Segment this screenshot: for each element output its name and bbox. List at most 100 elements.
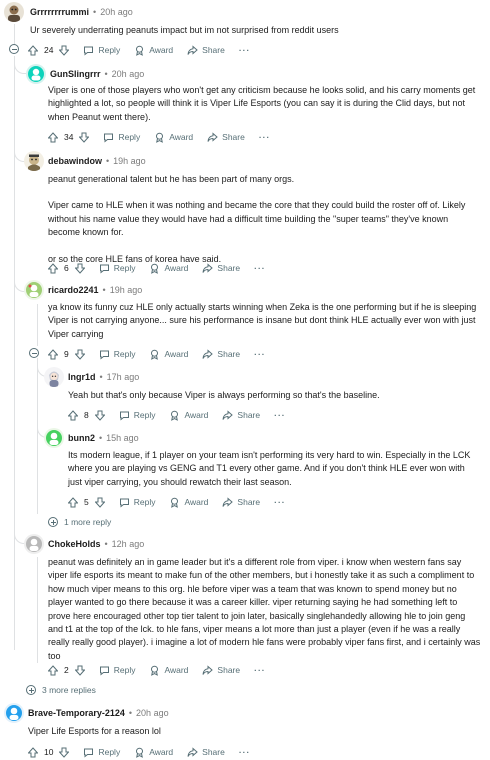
timestamp[interactable]: 20h ago bbox=[136, 708, 169, 718]
award-icon bbox=[136, 747, 144, 758]
upvote-icon[interactable] bbox=[48, 131, 58, 143]
timestamp[interactable]: 19h ago bbox=[113, 156, 146, 166]
more-options-icon[interactable]: ··· bbox=[239, 45, 251, 55]
timestamp[interactable]: 12h ago bbox=[112, 539, 145, 549]
upvote-icon[interactable] bbox=[68, 409, 78, 421]
reply-button[interactable]: Reply bbox=[99, 665, 135, 676]
downvote-icon[interactable] bbox=[74, 263, 85, 274]
award-icon bbox=[151, 349, 159, 360]
avatar[interactable] bbox=[4, 703, 24, 723]
share-icon bbox=[202, 348, 214, 359]
more-options-icon[interactable]: ··· bbox=[274, 410, 286, 420]
avatar[interactable] bbox=[24, 534, 44, 554]
avatar[interactable] bbox=[24, 151, 44, 171]
timestamp[interactable]: 19h ago bbox=[110, 285, 143, 295]
reply-label: Reply bbox=[113, 349, 136, 359]
more-options-icon[interactable]: ··· bbox=[254, 263, 266, 273]
reply-button[interactable]: Reply bbox=[103, 132, 140, 143]
reply-button[interactable]: Reply bbox=[83, 747, 120, 758]
more-options-icon[interactable]: ··· bbox=[274, 497, 286, 507]
award-button[interactable]: Award bbox=[149, 349, 188, 360]
more-replies-button[interactable]: 1 more reply bbox=[48, 514, 111, 530]
reply-icon bbox=[104, 133, 114, 143]
share-button[interactable]: Share bbox=[202, 664, 240, 676]
award-button[interactable]: Award bbox=[169, 410, 208, 421]
username[interactable]: Grrrrrrrrummi bbox=[30, 7, 89, 17]
username[interactable]: Brave-Temporary-2124 bbox=[28, 708, 125, 718]
username[interactable]: GunSlingrrr bbox=[50, 69, 101, 79]
share-button[interactable]: Share bbox=[202, 262, 240, 274]
username[interactable]: debawindow bbox=[48, 156, 102, 166]
comment-body: Viper is one of those players who won't … bbox=[48, 84, 480, 124]
collapse-icon[interactable] bbox=[29, 348, 39, 358]
award-button[interactable]: Award bbox=[154, 132, 193, 143]
downvote-icon[interactable] bbox=[74, 665, 85, 676]
award-label: Award bbox=[149, 747, 174, 757]
comment-text: peanut generational talent but he has be… bbox=[48, 174, 295, 184]
award-icon bbox=[156, 132, 164, 143]
award-button[interactable]: Award bbox=[169, 497, 208, 508]
username[interactable]: ricardo2241 bbox=[48, 285, 99, 295]
share-label: Share bbox=[222, 132, 245, 142]
award-button[interactable]: Award bbox=[134, 747, 173, 758]
avatar[interactable] bbox=[4, 2, 24, 22]
reply-button[interactable]: Reply bbox=[119, 497, 155, 508]
downvote-icon[interactable] bbox=[59, 747, 70, 758]
award-button[interactable]: Award bbox=[149, 263, 188, 274]
reply-button[interactable]: Reply bbox=[119, 410, 155, 421]
avatar[interactable] bbox=[26, 64, 46, 84]
timestamp[interactable]: 20h ago bbox=[112, 69, 145, 79]
downvote-icon[interactable] bbox=[79, 132, 90, 143]
avatar[interactable] bbox=[44, 367, 64, 387]
share-button[interactable]: Share bbox=[187, 746, 225, 758]
vote-control: 34 bbox=[48, 131, 90, 143]
more-options-icon[interactable]: ··· bbox=[259, 132, 271, 142]
award-label: Award bbox=[169, 132, 194, 142]
more-options-icon[interactable]: ··· bbox=[254, 349, 266, 359]
reply-icon bbox=[84, 748, 94, 758]
timestamp[interactable]: 20h ago bbox=[100, 7, 133, 17]
timestamp[interactable]: 17h ago bbox=[107, 372, 140, 382]
downvote-icon[interactable] bbox=[59, 45, 70, 56]
avatar[interactable] bbox=[24, 280, 44, 300]
upvote-icon[interactable] bbox=[28, 44, 38, 56]
share-button[interactable]: Share bbox=[202, 348, 240, 360]
more-options-icon[interactable]: ··· bbox=[254, 665, 266, 675]
separator-dot: • bbox=[93, 7, 97, 17]
reply-button[interactable]: Reply bbox=[83, 45, 120, 56]
username[interactable]: Ingr1d bbox=[68, 372, 96, 382]
reply-button[interactable]: Reply bbox=[99, 349, 136, 360]
vote-control: 2 bbox=[48, 664, 85, 676]
vote-control: 5 bbox=[68, 496, 105, 508]
award-label: Award bbox=[184, 497, 209, 507]
downvote-icon[interactable] bbox=[94, 410, 105, 421]
upvote-icon[interactable] bbox=[48, 664, 58, 676]
share-button[interactable]: Share bbox=[222, 409, 260, 421]
username[interactable]: ChokeHolds bbox=[48, 539, 101, 549]
upvote-icon[interactable] bbox=[68, 496, 78, 508]
separator-dot: • bbox=[102, 285, 106, 295]
award-label: Award bbox=[164, 665, 189, 675]
thread-line[interactable] bbox=[37, 358, 38, 514]
collapse-icon[interactable] bbox=[9, 44, 19, 54]
downvote-icon[interactable] bbox=[94, 497, 105, 508]
upvote-icon[interactable] bbox=[28, 746, 38, 758]
share-button[interactable]: Share bbox=[207, 131, 245, 143]
upvote-icon[interactable] bbox=[48, 262, 58, 274]
share-button[interactable]: Share bbox=[187, 44, 225, 56]
award-button[interactable]: Award bbox=[134, 45, 173, 56]
reply-icon bbox=[119, 498, 129, 508]
thread-line[interactable] bbox=[37, 557, 38, 663]
username[interactable]: bunn2 bbox=[68, 433, 95, 443]
award-icon bbox=[171, 497, 179, 508]
upvote-icon[interactable] bbox=[48, 348, 58, 360]
reply-button[interactable]: Reply bbox=[99, 263, 135, 274]
award-button[interactable]: Award bbox=[149, 665, 188, 676]
more-replies-button[interactable]: 3 more replies bbox=[26, 682, 96, 698]
thread-line[interactable] bbox=[37, 304, 38, 346]
avatar[interactable] bbox=[44, 428, 64, 448]
downvote-icon[interactable] bbox=[74, 349, 85, 360]
more-options-icon[interactable]: ··· bbox=[239, 747, 251, 757]
timestamp[interactable]: 15h ago bbox=[106, 433, 139, 443]
share-button[interactable]: Share bbox=[222, 496, 260, 508]
